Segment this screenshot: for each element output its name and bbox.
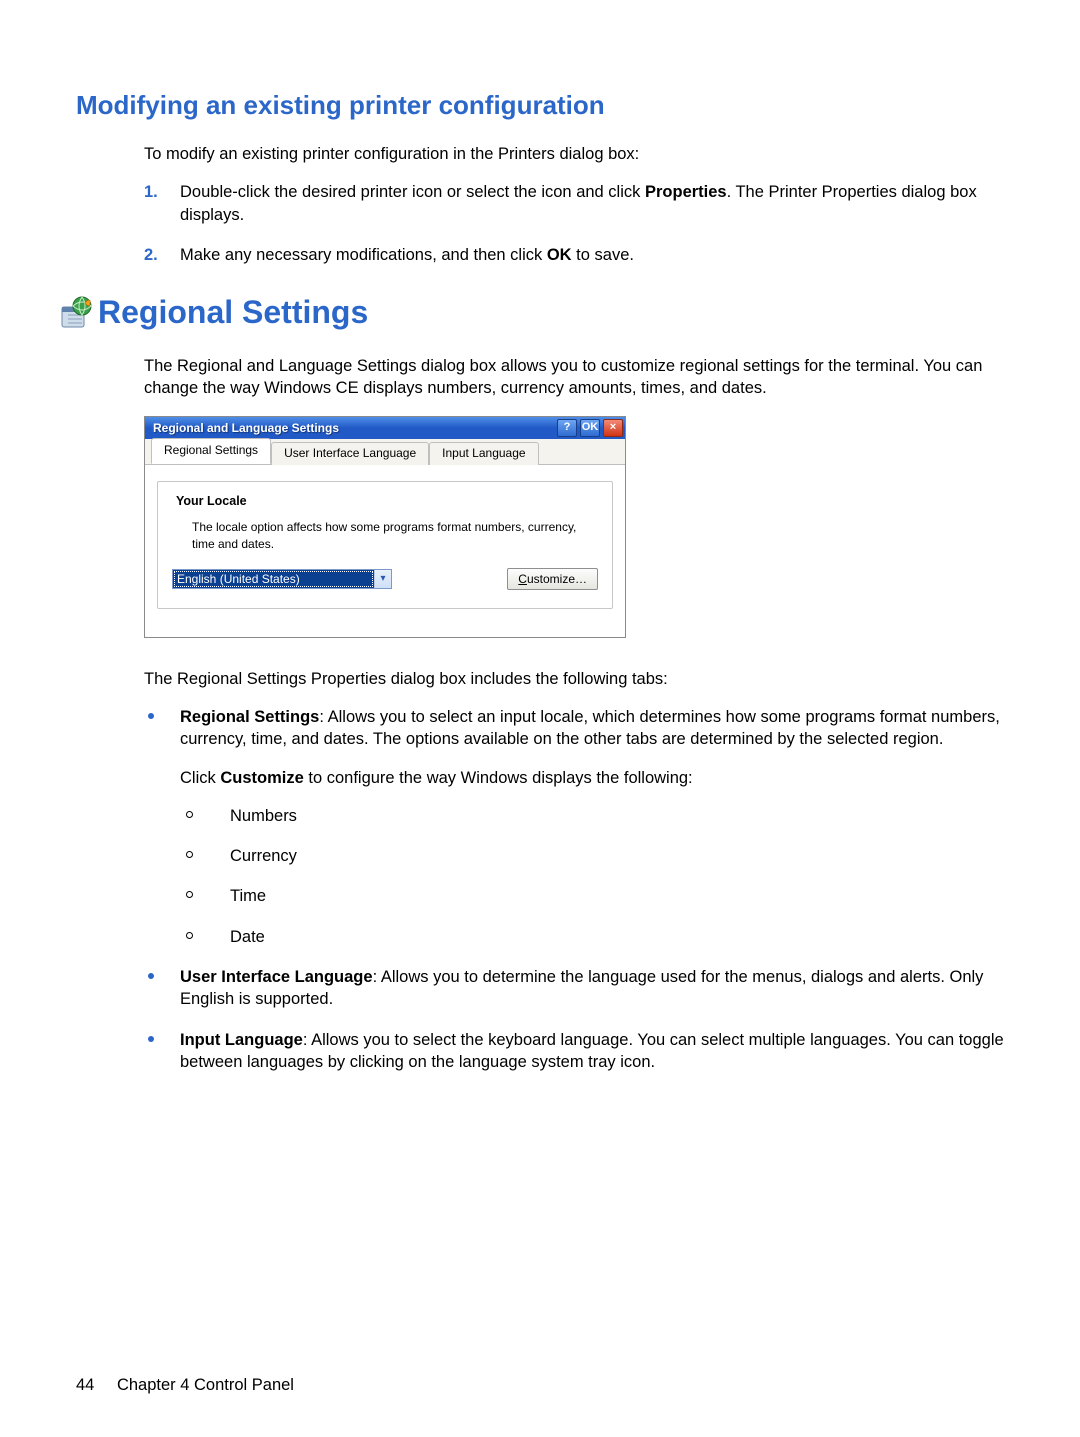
heading-regional-settings: Regional Settings xyxy=(98,294,368,331)
customize-button[interactable]: Customize… xyxy=(507,568,598,590)
dialog-titlebar: Regional and Language Settings ? OK × xyxy=(145,417,625,439)
bullet-label: User Interface Language xyxy=(180,968,373,986)
fieldset-legend: Your Locale xyxy=(172,493,251,510)
sub-time: Time xyxy=(180,885,1004,907)
step-2: 2. Make any necessary modifications, and… xyxy=(144,244,1004,266)
tab-regional-settings[interactable]: Regional Settings xyxy=(151,438,271,464)
intro-text: To modify an existing printer configurat… xyxy=(144,143,1004,165)
bullet-text: : Allows you to select the keyboard lang… xyxy=(180,1031,1004,1071)
customize-text: to configure the way Windows displays th… xyxy=(304,769,693,787)
customize-bold: Customize xyxy=(220,769,303,787)
regional-intro: The Regional and Language Settings dialo… xyxy=(144,355,1004,400)
bullet-label: Regional Settings xyxy=(180,708,319,726)
chevron-down-icon[interactable]: ▾ xyxy=(374,570,391,588)
bullet-label: Input Language xyxy=(180,1031,303,1049)
locale-selected-value: English (United States) xyxy=(173,570,374,588)
heading-modifying: Modifying an existing printer configurat… xyxy=(76,90,1004,121)
step-bold: Properties xyxy=(645,183,727,201)
locale-description: The locale option affects how some progr… xyxy=(192,519,596,551)
tab-user-interface-language[interactable]: User Interface Language xyxy=(271,442,429,465)
sub-currency: Currency xyxy=(180,845,1004,867)
ok-button[interactable]: OK xyxy=(580,419,600,437)
dialog-tab-body: Your Locale The locale option affects ho… xyxy=(145,465,625,637)
step-number: 2. xyxy=(144,244,158,266)
step-text: Double-click the desired printer icon or… xyxy=(180,183,645,201)
regional-dialog: Regional and Language Settings ? OK × Re… xyxy=(144,416,626,638)
step-text: to save. xyxy=(572,246,634,264)
customize-sublist: Numbers Currency Time Date xyxy=(180,805,1004,948)
close-button[interactable]: × xyxy=(603,419,623,437)
bullet-input-language: Input Language: Allows you to select the… xyxy=(144,1029,1004,1074)
bullet-user-interface-language: User Interface Language: Allows you to d… xyxy=(144,966,1004,1011)
steps-list: 1. Double-click the desired printer icon… xyxy=(144,181,1004,266)
globe-calendar-icon xyxy=(58,295,94,331)
step-number: 1. xyxy=(144,181,158,203)
dialog-tabstrip: Regional Settings User Interface Languag… xyxy=(145,439,625,465)
customize-text: Click xyxy=(180,769,220,787)
page-footer: 44 Chapter 4 Control Panel xyxy=(76,1376,294,1395)
locale-combo[interactable]: English (United States) ▾ xyxy=(172,569,392,589)
page-number: 44 xyxy=(76,1376,94,1394)
tabs-list: Regional Settings : Allows you to select … xyxy=(144,706,1004,1073)
step-1: 1. Double-click the desired printer icon… xyxy=(144,181,1004,226)
chapter-label: Chapter 4 Control Panel xyxy=(117,1376,294,1394)
sub-date: Date xyxy=(180,926,1004,948)
help-button[interactable]: ? xyxy=(557,419,577,437)
step-bold: OK xyxy=(547,246,572,264)
sub-numbers: Numbers xyxy=(180,805,1004,827)
tab-input-language[interactable]: Input Language xyxy=(429,442,538,465)
bullet-regional-settings: Regional Settings: Allows you to select … xyxy=(144,706,1004,948)
tabs-intro: The Regional Settings Properties dialog … xyxy=(144,668,1004,690)
step-text: Make any necessary modifications, and th… xyxy=(180,246,547,264)
your-locale-fieldset: Your Locale The locale option affects ho… xyxy=(157,481,613,609)
dialog-title: Regional and Language Settings xyxy=(153,420,554,436)
